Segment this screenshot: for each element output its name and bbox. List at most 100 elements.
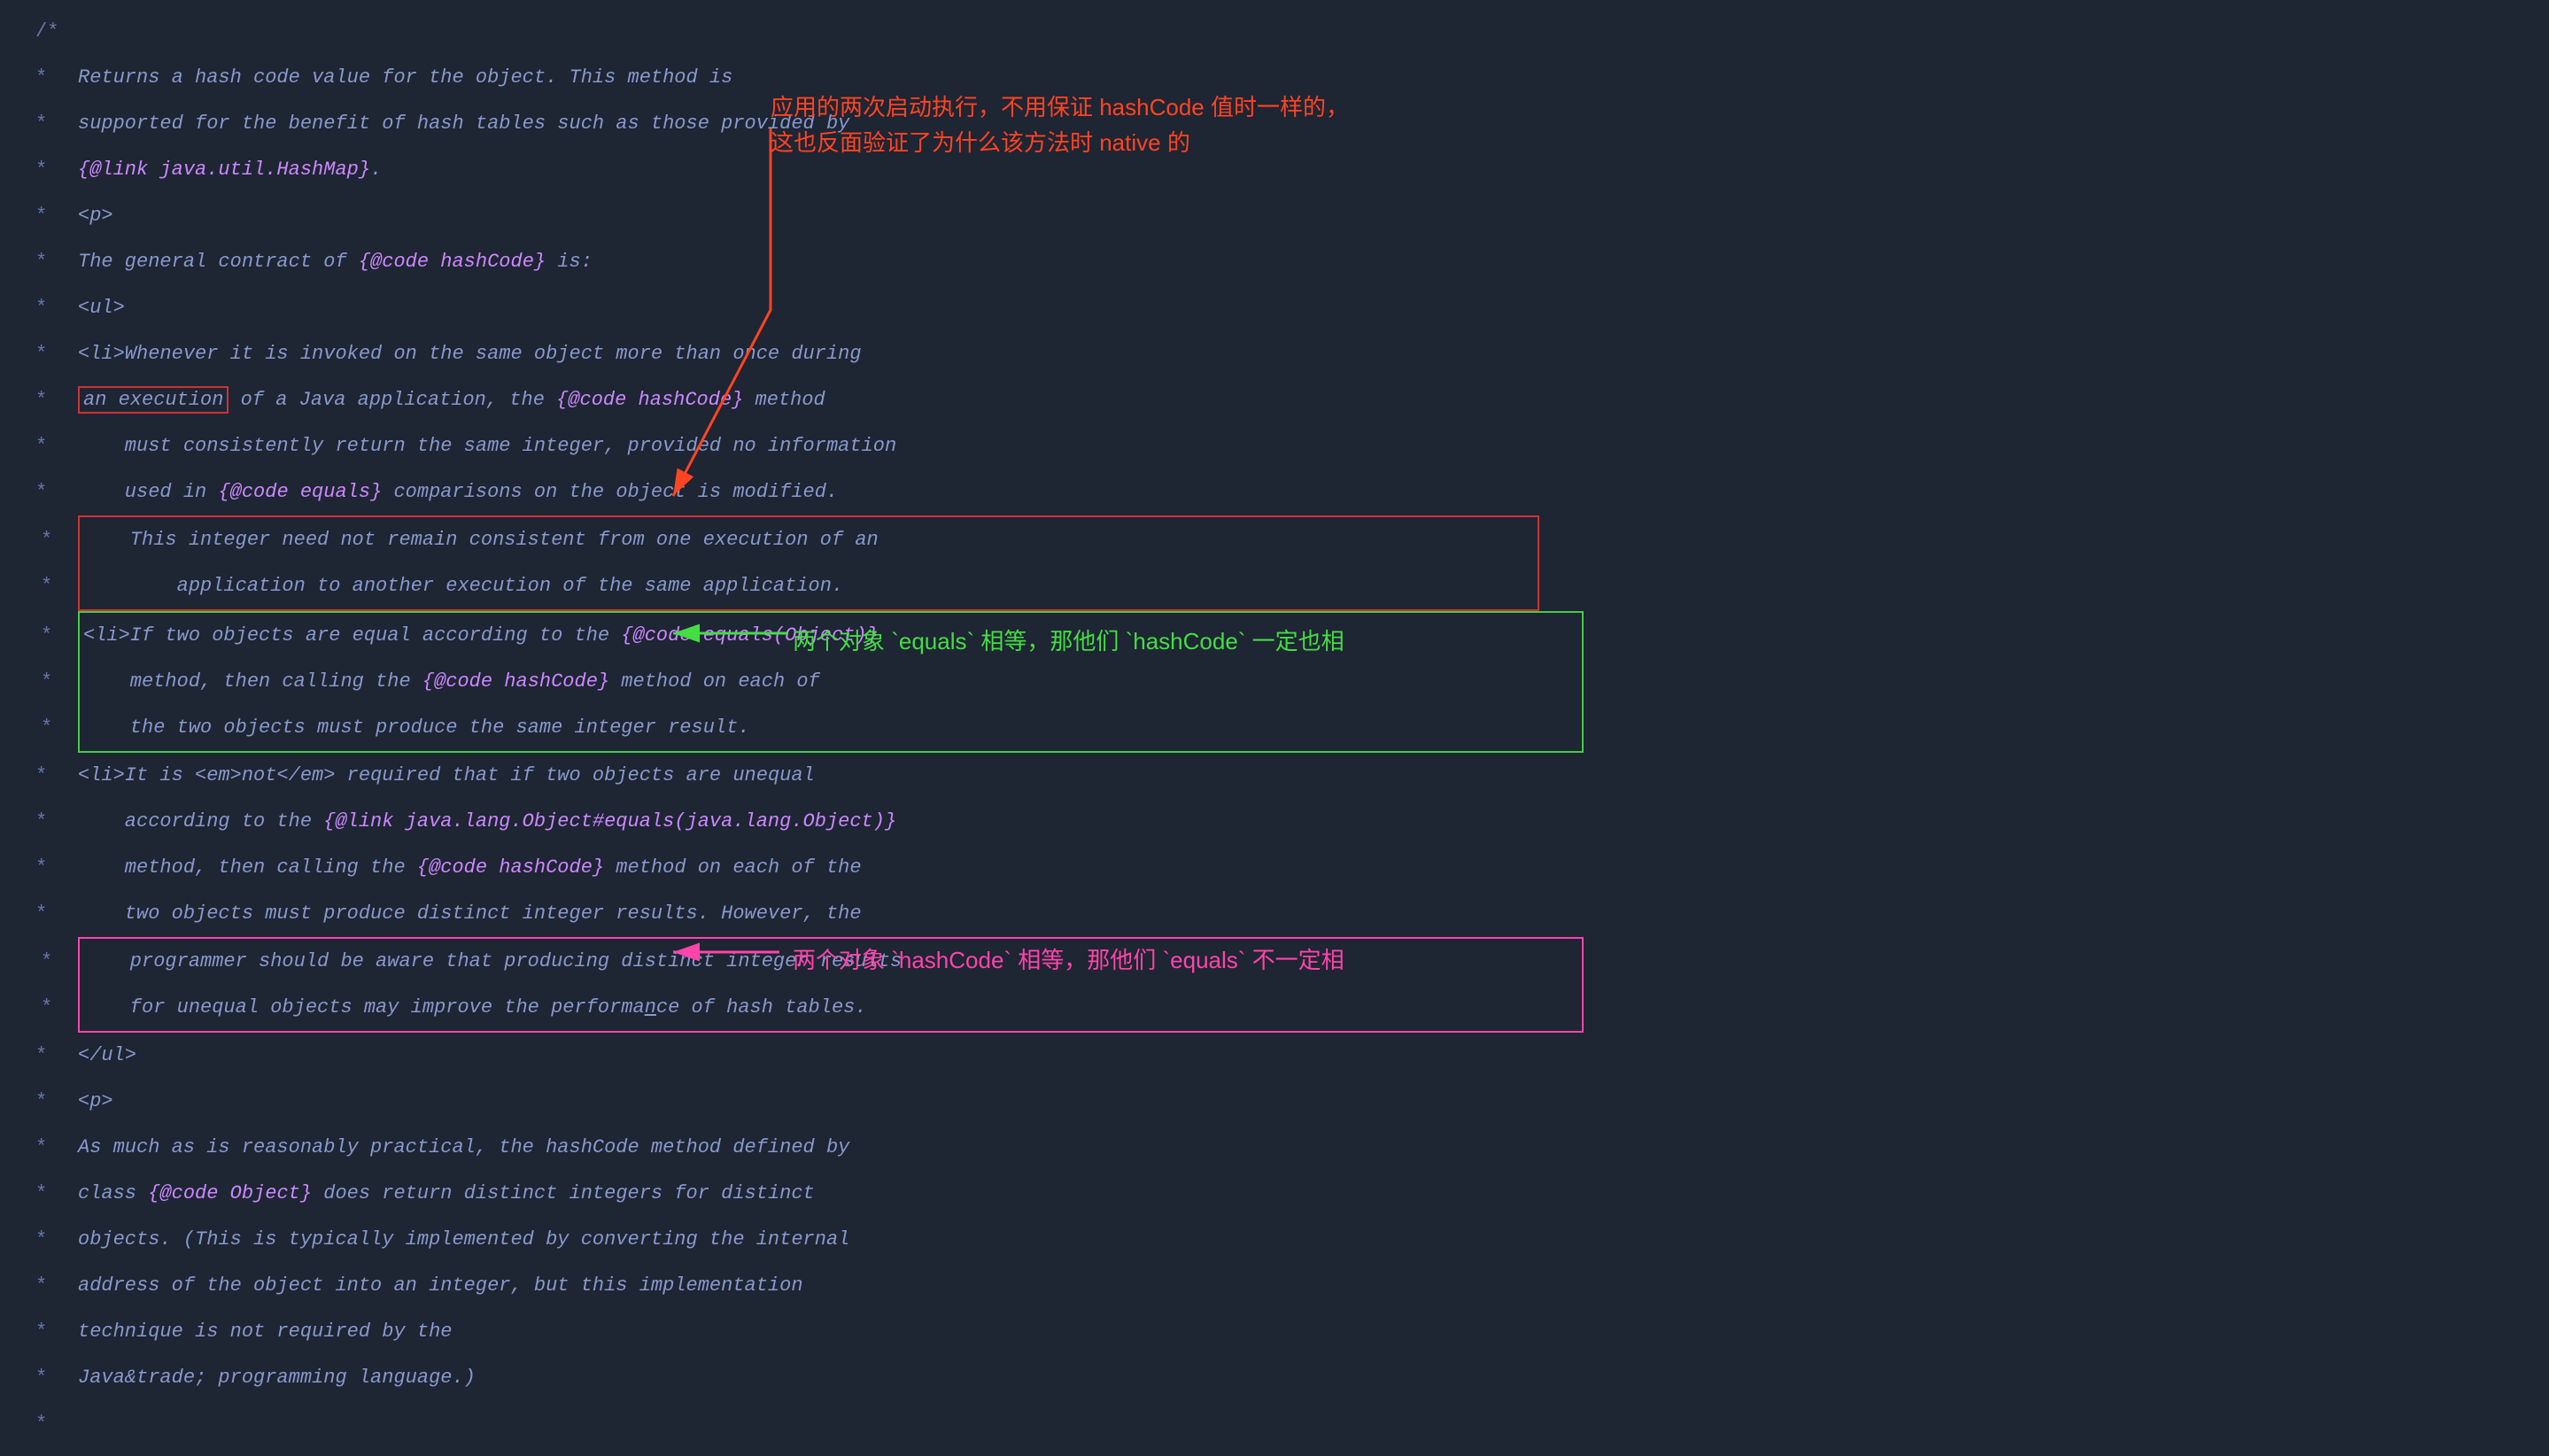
comment-star: * bbox=[35, 377, 62, 423]
code-line: * The general contract of {@code hashCod… bbox=[35, 239, 2514, 285]
comment-star: /* bbox=[35, 9, 62, 55]
comment-star: * bbox=[35, 799, 62, 845]
code-line: * two objects must produce distinct inte… bbox=[35, 891, 2514, 937]
code-line: * method, then calling the {@code hashCo… bbox=[78, 659, 1584, 705]
comment-star: * bbox=[35, 147, 62, 193]
annotation-red-line2: 这也反面验证了为什么该方法时 native 的 bbox=[771, 120, 1190, 166]
code-line: * objects. (This is typically implemente… bbox=[35, 1217, 2514, 1263]
comment-star: * bbox=[35, 1079, 62, 1125]
comment-star: * bbox=[35, 101, 62, 147]
code-line: * Java&trade; programming language.) bbox=[35, 1355, 2514, 1401]
code-line: * technique is not required by the bbox=[35, 1309, 2514, 1355]
code-content: method, then calling the {@code hashCode… bbox=[83, 659, 820, 705]
code-content: <li>It is <em>not</em> required that if … bbox=[78, 753, 815, 799]
code-content: address of the object into an integer, b… bbox=[78, 1263, 803, 1309]
code-line: * <li>It is <em>not</em> required that i… bbox=[35, 753, 2514, 799]
code-line: * for unequal objects may improve the pe… bbox=[78, 985, 1584, 1033]
code-content: used in {@code equals} comparisons on th… bbox=[78, 469, 838, 515]
code-line: * <ul> bbox=[35, 285, 2514, 331]
comment-star: * bbox=[35, 1263, 62, 1309]
comment-star: * bbox=[35, 1401, 62, 1447]
code-content: <p> bbox=[78, 1079, 113, 1125]
code-line: * {@link java.util.HashMap}. bbox=[35, 147, 2514, 193]
comment-star: * bbox=[35, 845, 62, 891]
code-content: application to another execution of the … bbox=[83, 563, 843, 609]
code-content: {@link java.util.HashMap}. bbox=[78, 147, 382, 193]
code-line: * method, then calling the {@code hashCo… bbox=[35, 845, 2514, 891]
code-line: * class {@code Object} does return disti… bbox=[35, 1171, 2514, 1217]
code-content: supported for the benefit of hash tables… bbox=[78, 101, 849, 147]
inline-link: {@link java.lang.Object#equals(java.lang… bbox=[323, 810, 896, 833]
code-content: programmer should be aware that producin… bbox=[83, 939, 902, 985]
annotation-pink: 两个对象 `hashCode` 相等，那他们 `equals` 不一定相 bbox=[793, 937, 1344, 983]
comment-star: * bbox=[41, 939, 67, 985]
code-content: This integer need not remain consistent … bbox=[83, 517, 879, 563]
comment-star: * bbox=[35, 1171, 62, 1217]
comment-star: * bbox=[35, 469, 62, 515]
inline-code: {@code hashCode} bbox=[417, 856, 604, 879]
code-line: * <p> bbox=[35, 1079, 2514, 1125]
comment-star: * bbox=[35, 1309, 62, 1355]
code-content: for unequal objects may improve the perf… bbox=[83, 985, 867, 1031]
code-content: <p> bbox=[78, 193, 113, 239]
em-text: em bbox=[300, 764, 323, 786]
code-line: * the two objects must produce the same … bbox=[78, 705, 1584, 753]
code-line: * application to another execution of th… bbox=[78, 563, 1539, 611]
code-content: </ul> bbox=[78, 1033, 136, 1079]
inline-link: {@link java.util.HashMap} bbox=[78, 159, 370, 181]
code-content: method, then calling the {@code hashCode… bbox=[78, 845, 862, 891]
inline-code: {@code hashCode} bbox=[359, 251, 546, 273]
code-content: the two objects must produce the same in… bbox=[83, 705, 750, 751]
comment-star: * bbox=[41, 659, 67, 705]
inline-code: {@code hashCode} bbox=[556, 389, 743, 411]
code-line: * This integer need not remain consisten… bbox=[78, 515, 1539, 563]
code-line: /* bbox=[35, 9, 2514, 55]
comment-star: * bbox=[35, 1217, 62, 1263]
code-line: * an execution of a Java application, th… bbox=[35, 377, 2514, 423]
inline-code: {@code equals} bbox=[218, 481, 382, 503]
comment-star: * bbox=[35, 1125, 62, 1171]
code-area: /* * Returns a hash code value for the o… bbox=[0, 0, 2549, 1456]
comment-star: * bbox=[35, 331, 62, 377]
comment-star: * bbox=[35, 285, 62, 331]
code-line: * As much as is reasonably practical, th… bbox=[35, 1125, 2514, 1171]
comment-star: * bbox=[41, 563, 67, 609]
code-content: two objects must produce distinct intege… bbox=[78, 891, 862, 937]
code-content: technique is not required by the bbox=[78, 1309, 452, 1355]
comment-star: * bbox=[35, 193, 62, 239]
code-content: Java&trade; programming language.) bbox=[78, 1355, 476, 1401]
comment-star: * bbox=[41, 613, 67, 659]
code-line: * according to the {@link java.lang.Obje… bbox=[35, 799, 2514, 845]
code-content: an execution of a Java application, the … bbox=[78, 377, 825, 423]
comment-star: * bbox=[41, 985, 67, 1031]
comment-star: * bbox=[41, 517, 67, 563]
code-line: * must consistently return the same inte… bbox=[35, 423, 2514, 469]
code-content: objects. (This is typically implemented … bbox=[78, 1217, 849, 1263]
inline-code: {@code Object} bbox=[148, 1182, 312, 1204]
comment-star: * bbox=[35, 239, 62, 285]
code-content: <li>Whenever it is invoked on the same o… bbox=[78, 331, 862, 377]
code-line: * used in {@code equals} comparisons on … bbox=[35, 469, 2514, 515]
comment-star: * bbox=[35, 1355, 62, 1401]
code-line: * <li>Whenever it is invoked on the same… bbox=[35, 331, 2514, 377]
code-content: The general contract of {@code hashCode}… bbox=[78, 239, 593, 285]
annotation-green: 两个对象 `equals` 相等，那他们 `hashCode` 一定也相 bbox=[793, 618, 1344, 664]
code-content: <ul> bbox=[78, 285, 125, 331]
code-content: class {@code Object} does return distinc… bbox=[78, 1171, 815, 1217]
code-content: must consistently return the same intege… bbox=[78, 423, 896, 469]
code-content: according to the {@link java.lang.Object… bbox=[78, 799, 896, 845]
code-line: * <p> bbox=[35, 193, 2514, 239]
code-line: * </ul> bbox=[35, 1033, 2514, 1079]
comment-star: * bbox=[35, 891, 62, 937]
code-content: As much as is reasonably practical, the … bbox=[78, 1125, 849, 1171]
comment-star: * bbox=[41, 705, 67, 751]
highlight-an-execution: an execution bbox=[78, 386, 229, 414]
comment-star: * bbox=[35, 753, 62, 799]
code-content: Returns a hash code value for the object… bbox=[78, 55, 732, 101]
code-line: * bbox=[35, 1401, 2514, 1447]
inline-code: {@code hashCode} bbox=[422, 670, 609, 693]
code-content: <li>If two objects are equal according t… bbox=[83, 613, 879, 659]
comment-star: * bbox=[35, 423, 62, 469]
comment-star: * bbox=[35, 55, 62, 101]
em-text: em bbox=[206, 764, 229, 786]
